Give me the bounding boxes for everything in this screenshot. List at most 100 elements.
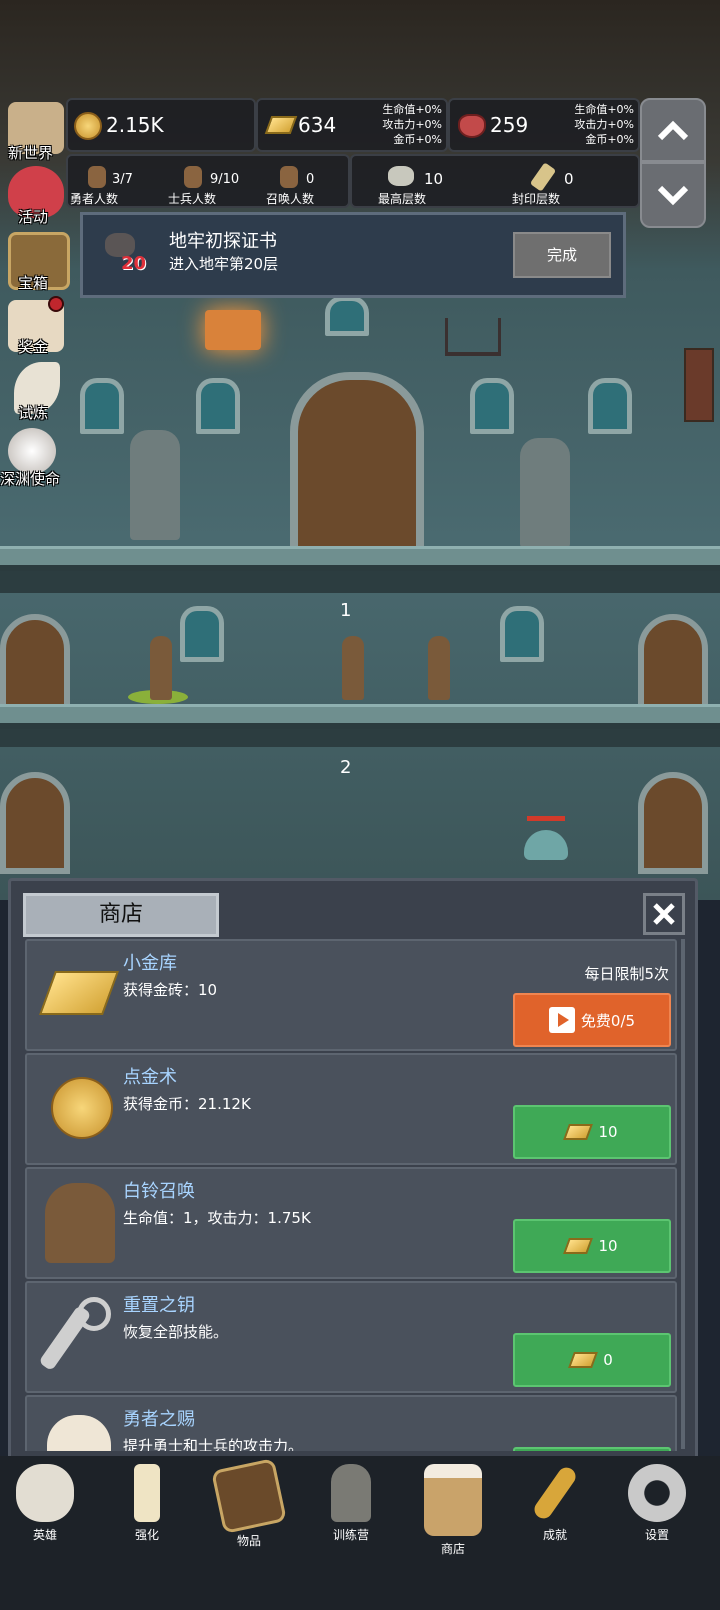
notification-dot bbox=[48, 296, 64, 312]
price-label: 0 bbox=[603, 1351, 613, 1369]
nav-upgrade[interactable]: 强化 bbox=[102, 1464, 192, 1543]
shop-scrollbar[interactable] bbox=[681, 939, 685, 1449]
menu-abyss-mission[interactable]: 深渊使命 bbox=[0, 428, 70, 488]
watch-ad-button[interactable]: 免费0/5 bbox=[513, 993, 671, 1047]
bonus-stats: 生命值+0% 攻击力+0% 金币+0% bbox=[574, 102, 634, 147]
shop-panel: 商店 小金库 获得金砖：10 每日限制5次 免费0/5 点金术 获得金币：21.… bbox=[8, 878, 698, 1461]
slime-enemy[interactable] bbox=[524, 830, 568, 860]
side-door bbox=[0, 772, 70, 874]
gold-panel: 2.15K bbox=[66, 98, 256, 152]
window bbox=[196, 378, 240, 434]
gold-bar-amount: 634 bbox=[298, 113, 337, 137]
unit-count-panel: 3/7 勇者人数 9/10 士兵人数 0 召唤人数 bbox=[66, 154, 350, 208]
menu-events[interactable]: 活动 bbox=[4, 166, 68, 226]
summon-count-label: 召唤人数 bbox=[266, 192, 315, 206]
hero-count-value: 3/7 bbox=[112, 172, 133, 187]
scroll-up-button[interactable] bbox=[640, 98, 706, 162]
item-desc: 提升勇士和士兵的攻击力。 bbox=[123, 1437, 304, 1451]
summon-count-value: 0 bbox=[306, 172, 315, 187]
sealed-floor-value: 0 bbox=[564, 170, 574, 188]
menu-label: 活动 bbox=[18, 208, 49, 226]
buy-button[interactable]: 0 bbox=[513, 1333, 671, 1387]
lantern-icon bbox=[331, 1464, 371, 1522]
item-desc: 获得金砖：10 bbox=[123, 981, 218, 999]
window bbox=[80, 378, 124, 434]
enemy-health-bar bbox=[527, 816, 565, 821]
mug-icon bbox=[47, 1415, 111, 1451]
floor-shadow bbox=[0, 571, 720, 593]
hero-character bbox=[342, 636, 364, 700]
nav-training-camp[interactable]: 训练营 bbox=[306, 1464, 396, 1543]
quest-title: 地牢初探证书 bbox=[169, 231, 277, 252]
nav-settings[interactable]: 设置 bbox=[612, 1464, 702, 1543]
nav-label: 设置 bbox=[644, 1528, 669, 1542]
menu-label: 宝箱 bbox=[18, 274, 49, 292]
gear-icon bbox=[628, 1464, 686, 1522]
hero-count[interactable]: 3/7 勇者人数 bbox=[70, 158, 152, 206]
sealed-floor[interactable]: 0 封印层数 bbox=[508, 158, 618, 206]
chevron-up-icon bbox=[657, 120, 689, 141]
item-desc: 获得金币：21.12K bbox=[123, 1095, 251, 1113]
bonus-gold: 金币+0% bbox=[393, 133, 442, 146]
summon-count[interactable]: 0 召唤人数 bbox=[266, 158, 348, 206]
scroll-icon bbox=[529, 162, 557, 192]
candle-icon bbox=[134, 1464, 160, 1522]
item-desc: 恢复全部技能。 bbox=[123, 1323, 229, 1341]
floor-number: 1 bbox=[340, 600, 352, 621]
soldier-count[interactable]: 9/10 士兵人数 bbox=[168, 158, 258, 206]
knight-statue bbox=[130, 430, 180, 540]
nav-label: 强化 bbox=[134, 1528, 159, 1542]
chevron-down-icon bbox=[657, 185, 689, 206]
gold-amount: 2.15K bbox=[106, 113, 164, 137]
gold-bar-icon bbox=[38, 971, 120, 1015]
nav-label: 商店 bbox=[440, 1542, 465, 1556]
gold-bar-icon bbox=[563, 1124, 594, 1140]
window bbox=[325, 296, 369, 336]
menu-new-world[interactable]: 新世界 bbox=[4, 102, 68, 162]
bonus-hp: 生命值+0% bbox=[574, 103, 634, 116]
scroll-down-button[interactable] bbox=[640, 162, 706, 228]
max-floor[interactable]: 10 最高层数 bbox=[372, 158, 482, 206]
shop-title: 商店 bbox=[98, 902, 143, 927]
gold-bar-icon bbox=[568, 1352, 599, 1368]
gold-coin-icon bbox=[74, 112, 102, 140]
menu-bonus[interactable]: 奖金 bbox=[4, 296, 68, 356]
main-gate bbox=[290, 372, 424, 560]
buy-button[interactable] bbox=[513, 1447, 671, 1451]
knight-statue bbox=[520, 438, 570, 548]
video-icon bbox=[548, 1007, 575, 1033]
item-title: 小金库 bbox=[123, 953, 177, 974]
shop-title-plate: 商店 bbox=[23, 893, 219, 937]
shop-item-clip: 勇者之赐 提升勇士和士兵的攻击力。 bbox=[11, 1395, 691, 1451]
window bbox=[180, 606, 224, 662]
nav-heroes[interactable]: 英雄 bbox=[0, 1464, 90, 1543]
quest-badge: 20 bbox=[121, 253, 147, 274]
nav-items[interactable]: 物品 bbox=[204, 1458, 294, 1549]
buy-button[interactable]: 10 bbox=[513, 1105, 671, 1159]
gold-coin-icon bbox=[51, 1077, 113, 1139]
window bbox=[470, 378, 514, 434]
menu-trial[interactable]: 试炼 bbox=[4, 362, 68, 422]
soldier-count-value: 9/10 bbox=[210, 172, 240, 187]
shop-item: 点金术 获得金币：21.12K 10 bbox=[25, 1053, 677, 1165]
stone-icon bbox=[388, 166, 414, 186]
menu-chest[interactable]: 宝箱 bbox=[4, 232, 70, 292]
quest-complete-button[interactable]: 完成 bbox=[513, 232, 611, 278]
bonus-hp: 生命值+0% bbox=[382, 103, 442, 116]
nav-label: 英雄 bbox=[32, 1528, 57, 1542]
item-title: 重置之钥 bbox=[123, 1295, 195, 1316]
nav-shop[interactable]: 商店 bbox=[408, 1464, 498, 1557]
side-door bbox=[638, 772, 708, 874]
quest-banner: 20 地牢初探证书 进入地牢第20层 完成 bbox=[80, 212, 626, 298]
bonus-stats: 生命值+0% 攻击力+0% 金币+0% bbox=[382, 102, 442, 147]
item-title: 白铃召唤 bbox=[123, 1181, 195, 1202]
window bbox=[500, 606, 544, 662]
price-label: 10 bbox=[598, 1123, 618, 1141]
buy-button[interactable]: 10 bbox=[513, 1219, 671, 1273]
nav-achievements[interactable]: 成就 bbox=[510, 1464, 600, 1543]
daily-limit: 每日限制5次 bbox=[584, 965, 669, 983]
golden-key-icon bbox=[530, 1464, 580, 1522]
banner-icon bbox=[684, 348, 714, 422]
book-icon bbox=[211, 1458, 287, 1534]
close-button[interactable] bbox=[643, 893, 685, 935]
